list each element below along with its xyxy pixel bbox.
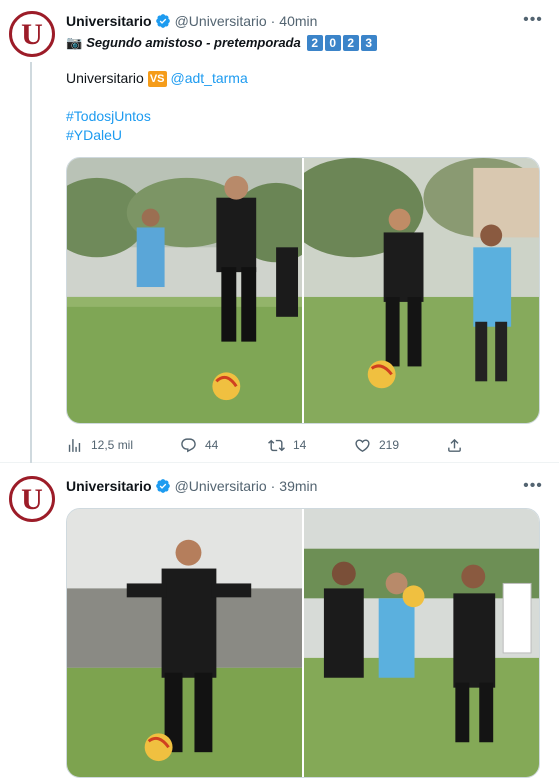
tweet-text-line: #TodosjUntos [66, 107, 151, 126]
verified-icon [155, 14, 170, 28]
tweet-text-line: Universitario VS @adt_tarma [66, 69, 248, 88]
tweet[interactable]: U Universitario @Universitario · 40min •… [0, 0, 559, 463]
tweet-header: Universitario @Universitario · 39min [66, 476, 317, 496]
timestamp[interactable]: 39min [279, 478, 317, 494]
tweet-title-text: Segundo amistoso - pretemporada [86, 35, 301, 50]
share-icon [448, 438, 461, 452]
tweet-text-line: 📷 Segundo amistoso - pretemporada 2 0 2 … [66, 33, 377, 52]
views-button[interactable]: 12,5 mil [66, 433, 133, 457]
photo[interactable] [67, 158, 302, 423]
separator-dot: · [270, 478, 276, 494]
reply-button[interactable]: 44 [180, 433, 218, 457]
year-digit: 2 [342, 34, 359, 51]
author-handle[interactable]: @Universitario [175, 13, 267, 29]
retweet-icon [268, 439, 285, 451]
views-count: 12,5 mil [91, 438, 134, 452]
thread-connector-line [30, 62, 32, 463]
photo[interactable] [304, 158, 539, 423]
year-digit: 3 [360, 34, 377, 51]
timestamp[interactable]: 40min [279, 13, 317, 29]
photo[interactable] [67, 509, 302, 777]
year-digit: 2 [306, 34, 323, 51]
share-button[interactable] [446, 433, 463, 457]
like-count: 219 [379, 438, 400, 452]
retweet-button[interactable]: 14 [268, 433, 306, 457]
media-grid [66, 157, 540, 424]
separator-dot: · [270, 13, 276, 29]
avatar[interactable]: U [9, 11, 55, 57]
verified-icon [155, 479, 170, 493]
author-name[interactable]: Universitario [66, 478, 152, 494]
team-name: Universitario [66, 70, 144, 86]
more-options-icon[interactable]: ••• [523, 10, 543, 30]
author-handle[interactable]: @Universitario [175, 478, 267, 494]
avatar[interactable]: U [9, 476, 55, 522]
tweet-text-line: #YDaleU [66, 126, 122, 145]
reply-count: 44 [205, 438, 219, 452]
photo[interactable] [304, 509, 539, 777]
year-digit: 0 [324, 34, 341, 51]
like-button[interactable]: 219 [354, 433, 399, 457]
tweet-header: Universitario @Universitario · 40min [66, 11, 317, 31]
like-icon [355, 438, 370, 452]
tweet-actions: 12,5 mil 44 14 219 [66, 433, 466, 457]
vs-badge: VS [147, 70, 167, 87]
media-grid [66, 508, 540, 778]
avatar-logo: U [21, 483, 43, 516]
more-options-icon[interactable]: ••• [523, 476, 543, 496]
hashtag-link[interactable]: #YDaleU [66, 127, 122, 143]
tweet[interactable]: U Universitario @Universitario · 39min •… [0, 464, 559, 783]
camera-icon: 📷 [66, 35, 83, 50]
views-icon [68, 438, 81, 452]
avatar-logo: U [21, 18, 43, 51]
reply-icon [181, 437, 196, 452]
mention-link[interactable]: @adt_tarma [171, 69, 248, 88]
hashtag-link[interactable]: #TodosjUntos [66, 108, 151, 124]
retweet-count: 14 [293, 438, 307, 452]
author-name[interactable]: Universitario [66, 13, 152, 29]
